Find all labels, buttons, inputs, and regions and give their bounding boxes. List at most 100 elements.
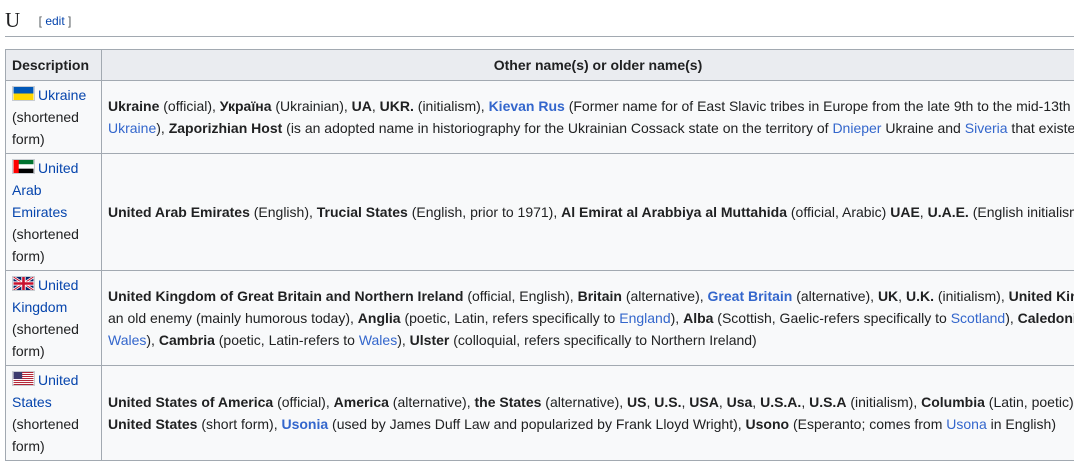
description-cell: United Kingdom (shortened form) bbox=[5, 270, 102, 366]
table-row: United States (shortened form) United St… bbox=[5, 365, 1074, 461]
wiki-link[interactable]: Usona bbox=[946, 416, 986, 432]
name-note: ), bbox=[397, 332, 410, 348]
edit-link[interactable]: edit bbox=[45, 14, 64, 28]
description-cell: United Arab Emirates (shortened form) bbox=[5, 153, 102, 271]
name-term: America bbox=[333, 394, 389, 410]
name-note: , bbox=[801, 394, 810, 410]
name-term: U.A.E. bbox=[927, 204, 969, 220]
description-cell: Ukraine (shortened form) bbox=[5, 80, 102, 154]
name-term: UK bbox=[877, 288, 899, 304]
name-note: , bbox=[919, 204, 928, 220]
name-term: Al Emirat al Arabbiya al Muttahida bbox=[561, 204, 787, 220]
name-term: Zaporizhian Host bbox=[168, 120, 283, 136]
name-term: UA bbox=[351, 98, 372, 114]
name-term: United States bbox=[108, 416, 198, 432]
name-note: (English), bbox=[249, 204, 317, 220]
uk-flag-icon bbox=[12, 276, 35, 291]
name-note: in English) bbox=[986, 416, 1056, 432]
wiki-link[interactable]: Usonia bbox=[281, 416, 328, 432]
names-cell: United States of America (official), Ame… bbox=[101, 365, 1074, 461]
name-note: (is an adopted name in historiography fo… bbox=[282, 120, 833, 136]
wiki-link[interactable]: Wales bbox=[108, 332, 146, 348]
name-term: U.S.A bbox=[809, 394, 847, 410]
name-note: (alternative), bbox=[388, 394, 475, 410]
name-note: (poetic, Latin, refers specifically to bbox=[400, 310, 620, 326]
name-term: UAE bbox=[890, 204, 920, 220]
column-header-other-names[interactable]: Other name(s) or older name(s) bbox=[101, 49, 1074, 81]
uae-flag-icon bbox=[12, 159, 35, 174]
name-term: Ukraine bbox=[108, 98, 160, 114]
name-term: Trucial States bbox=[316, 204, 408, 220]
table-row: Ukraine (shortened form) Ukraine (offici… bbox=[5, 80, 1074, 154]
name-note: , bbox=[898, 288, 906, 304]
name-note: (colloquial, refers specifically to Nort… bbox=[449, 332, 757, 348]
name-term: United States of America bbox=[108, 394, 274, 410]
name-term: the States bbox=[474, 394, 542, 410]
names-cell: United Arab Emirates (English), Trucial … bbox=[101, 153, 1074, 271]
wiki-link[interactable]: England bbox=[619, 310, 670, 326]
names-line: an old enemy (mainly humorous today), An… bbox=[108, 307, 1074, 329]
name-term: Britain bbox=[577, 288, 622, 304]
name-note: (official, English), bbox=[463, 288, 578, 304]
name-note: (initialism), bbox=[846, 394, 922, 410]
us-flag-icon bbox=[12, 371, 35, 386]
table-row: United Arab Emirates (shortened form) Un… bbox=[5, 153, 1074, 271]
wiki-link[interactable]: Wales bbox=[359, 332, 397, 348]
wiki-link[interactable]: Dnieper bbox=[832, 120, 881, 136]
name-term: Usa bbox=[726, 394, 753, 410]
name-note: (English initialism bbox=[968, 204, 1074, 220]
description-cell: United States (shortened form) bbox=[5, 365, 102, 461]
name-term: United King bbox=[1008, 288, 1074, 304]
name-term: U.K. bbox=[905, 288, 934, 304]
name-term: Україна bbox=[219, 98, 272, 114]
name-term: Anglia bbox=[357, 310, 401, 326]
name-note: an old enemy (mainly humorous today), bbox=[108, 310, 358, 326]
names-line: United States of America (official), Ame… bbox=[108, 391, 1074, 413]
name-note: (alternative), bbox=[541, 394, 628, 410]
name-note: (Latin, poetic), bbox=[984, 394, 1074, 410]
name-note: (alternative), bbox=[621, 288, 708, 304]
wiki-link[interactable]: Ukraine bbox=[108, 120, 156, 136]
name-term: Columbia bbox=[921, 394, 985, 410]
table-header-row: Description Other name(s) or older name(… bbox=[5, 49, 1074, 81]
name-note: ), bbox=[156, 120, 169, 136]
wiki-link[interactable]: Siveria bbox=[965, 120, 1008, 136]
table-row: United Kingdom (shortened form) United K… bbox=[5, 270, 1074, 366]
description-note: (shortened form) bbox=[12, 226, 79, 264]
wiki-link[interactable]: Scotland bbox=[951, 310, 1005, 326]
country-link[interactable]: Ukraine bbox=[38, 87, 86, 103]
section-heading: U [ edit ] bbox=[5, 8, 1074, 37]
names-table: Description Other name(s) or older name(… bbox=[5, 49, 1074, 461]
name-term: Cambria bbox=[158, 332, 215, 348]
name-note: ), bbox=[670, 310, 684, 326]
column-header-description[interactable]: Description bbox=[5, 49, 102, 81]
name-note: (initialism), bbox=[933, 288, 1009, 304]
name-term: Usono bbox=[745, 416, 790, 432]
names-line: United Arab Emirates (English), Trucial … bbox=[108, 201, 1074, 223]
name-term: Ulster bbox=[409, 332, 450, 348]
name-note: , bbox=[371, 98, 380, 114]
name-note: ), bbox=[146, 332, 159, 348]
name-term: U.S. bbox=[654, 394, 682, 410]
name-note: Ukraine and bbox=[881, 120, 965, 136]
description-note: (shortened form) bbox=[12, 321, 79, 359]
name-note: , bbox=[752, 394, 761, 410]
name-term: U.S.A. bbox=[760, 394, 802, 410]
wiki-link[interactable]: Great Britain bbox=[708, 288, 793, 304]
name-note: ), bbox=[1005, 310, 1018, 326]
name-term: United Arab Emirates bbox=[108, 204, 250, 220]
wiki-link[interactable]: Kievan Rus bbox=[489, 98, 565, 114]
name-note: (Former name for of East Slavic tribes i… bbox=[564, 98, 1074, 114]
names-cell: Ukraine (official), Україна (Ukrainian),… bbox=[101, 80, 1074, 154]
section-title: U bbox=[5, 8, 21, 32]
edit-section: [ edit ] bbox=[38, 14, 72, 28]
name-note: (Ukrainian), bbox=[271, 98, 352, 114]
name-note: (Esperanto; comes from bbox=[789, 416, 947, 432]
name-note: (official), bbox=[159, 98, 220, 114]
name-note: (official, Arabic) bbox=[787, 204, 891, 220]
name-term: USA bbox=[689, 394, 719, 410]
name-note: that existed bbox=[1011, 120, 1074, 136]
name-term: UKR. bbox=[379, 98, 414, 114]
name-note: (poetic, Latin-refers to bbox=[214, 332, 359, 348]
name-note: , bbox=[718, 394, 727, 410]
